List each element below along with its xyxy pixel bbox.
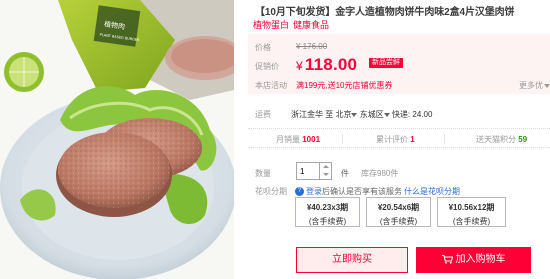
add-to-cart-label: 加入购物车 bbox=[455, 254, 506, 265]
huabei-info-text: 后确认是否享有该服务 bbox=[322, 187, 402, 196]
cart-icon bbox=[441, 254, 453, 264]
monthly-sales-value: 1001 bbox=[302, 135, 321, 144]
product-image[interactable]: 植物肉 PLANT BASED BURGER bbox=[0, 0, 234, 279]
buy-now-button[interactable]: 立即购买 bbox=[296, 247, 408, 273]
new-tag-badge: 新品尝鲜 bbox=[369, 58, 403, 68]
price-value: 118.00 bbox=[304, 55, 358, 74]
question-icon: ? bbox=[295, 187, 304, 197]
tmall-points: 送天猫积分 59 bbox=[476, 134, 527, 145]
product-subtitle: 植物蛋白 健康食品 bbox=[253, 18, 333, 31]
add-to-cart-button[interactable]: 加入购物车 bbox=[416, 247, 531, 273]
ship-dest: 北京 bbox=[335, 110, 352, 119]
ship-district-select[interactable]: 东城区 bbox=[360, 110, 390, 119]
store-promotion[interactable]: 满199元,送10元店铺优惠券 bbox=[296, 80, 392, 91]
ship-dest-select[interactable]: 北京 bbox=[335, 110, 358, 119]
quantity-input[interactable] bbox=[296, 162, 320, 180]
buy-now-label: 立即购买 bbox=[332, 254, 372, 265]
chevron-down-icon bbox=[351, 112, 358, 117]
activity-label: 本店活动 bbox=[255, 81, 287, 90]
orig-price: ¥ 176.00 bbox=[296, 42, 328, 51]
shipping-info: 浙江金华 至 北京 东城区 快递: 24.00 bbox=[291, 109, 432, 120]
installment-fee-note: (含手续费) bbox=[452, 217, 491, 226]
product-title: 【10月下旬发货】金字人造植物肉饼牛肉味2盒4片汉堡肉饼 bbox=[255, 7, 515, 18]
divider bbox=[342, 134, 343, 144]
decrease-icon[interactable] bbox=[320, 171, 331, 179]
tmall-points-value: 59 bbox=[518, 135, 528, 144]
divider bbox=[444, 134, 445, 144]
ship-fee: 快递: 24.00 bbox=[391, 110, 433, 119]
product-info-panel: 【10月下旬发货】金字人造植物肉饼牛肉味2盒4片汉堡肉饼 植物蛋白 健康食品 价格… bbox=[248, 0, 550, 279]
installment-amount: ¥40.23x3期 bbox=[306, 203, 349, 212]
review-count[interactable]: 累计评价 1 bbox=[376, 134, 415, 145]
more-offers-link[interactable]: 更多优 bbox=[519, 80, 550, 91]
currency-symbol: ¥ bbox=[296, 59, 303, 73]
huabei-label: 花呗分期 bbox=[255, 187, 287, 196]
subtitle-tag: 植物蛋白 bbox=[253, 20, 290, 30]
orig-price-label: 价格 bbox=[255, 43, 271, 52]
shipping-label: 运费 bbox=[255, 110, 271, 119]
installment-amount: ¥10.56x12期 bbox=[448, 203, 495, 212]
chevron-down-icon bbox=[383, 112, 390, 117]
monthly-sales: 月销量 1001 bbox=[276, 134, 320, 145]
installment-option-6[interactable]: ¥20.54x6期 (含手续费) bbox=[366, 197, 431, 227]
increase-icon[interactable] bbox=[320, 163, 331, 171]
quantity-label: 数量 bbox=[255, 169, 271, 178]
ship-district: 东城区 bbox=[359, 110, 384, 119]
login-link[interactable]: 登录 bbox=[306, 187, 322, 196]
what-is-huabei-link[interactable]: 什么是花呗分期 bbox=[404, 187, 460, 196]
price-box: 价格 ¥ 176.00 促销价 ¥ 118.00 新品尝鲜 本店活动 满199元… bbox=[248, 34, 550, 94]
quantity-stepper[interactable] bbox=[320, 162, 332, 180]
subtitle-tag: 健康食品 bbox=[293, 20, 330, 30]
huabei-info: ? 登录后确认是否享有该服务 什么是花呗分期 bbox=[295, 186, 460, 197]
sales-stats: 月销量 1001 累计评价 1 送天猫积分 59 bbox=[248, 128, 550, 148]
stock-count: 库存980件 bbox=[361, 169, 399, 178]
ship-from: 浙江金华 bbox=[291, 110, 323, 119]
quantity-unit: 件 bbox=[341, 169, 349, 178]
monthly-sales-label: 月销量 bbox=[276, 135, 300, 144]
promo-price-label: 促销价 bbox=[255, 62, 279, 71]
installment-fee-note: (含手续费) bbox=[379, 217, 418, 226]
tmall-points-label: 送天猫积分 bbox=[476, 135, 516, 144]
installment-fee-note: (含手续费) bbox=[308, 217, 347, 226]
chevron-down-icon bbox=[544, 83, 550, 88]
review-count-value: 1 bbox=[410, 135, 415, 144]
more-offers-label: 更多优 bbox=[519, 81, 543, 90]
promo-price: ¥ 118.00 bbox=[296, 55, 357, 75]
installment-option-3[interactable]: ¥40.23x3期 (含手续费) bbox=[295, 197, 360, 227]
installment-amount: ¥20.54x6期 bbox=[377, 203, 420, 212]
installment-option-12[interactable]: ¥10.56x12期 (含手续费) bbox=[437, 197, 506, 227]
ship-to-word: 至 bbox=[325, 110, 334, 119]
review-count-label: 累计评价 bbox=[376, 135, 408, 144]
